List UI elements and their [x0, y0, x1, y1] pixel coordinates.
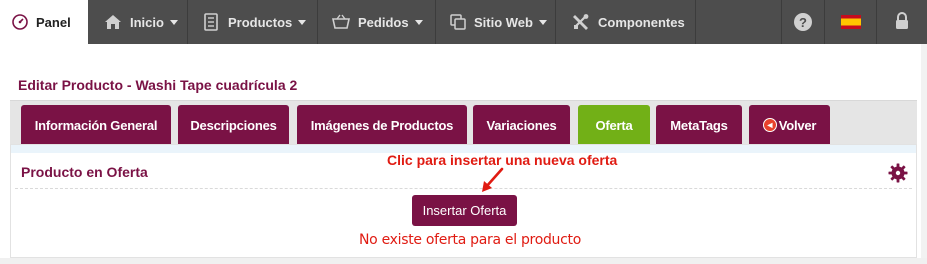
nav-pedidos-label: Pedidos — [358, 14, 409, 30]
gear-icon[interactable] — [888, 163, 908, 183]
chevron-down-icon — [538, 19, 547, 25]
lock-button[interactable] — [877, 0, 927, 44]
tab-label: Oferta — [595, 117, 633, 133]
chevron-down-icon — [414, 19, 423, 25]
tab-label: Descripciones — [190, 117, 277, 133]
home-icon — [104, 14, 122, 30]
nav-productos-label: Productos — [228, 14, 293, 30]
nav-sitio-web[interactable]: Sitio Web — [436, 0, 556, 44]
divider — [15, 188, 912, 189]
pages-icon — [450, 14, 466, 30]
language-button[interactable] — [825, 0, 877, 44]
tab-volver[interactable]: ◄ Volver — [749, 105, 830, 145]
nav-panel[interactable]: Panel — [0, 0, 88, 44]
tab-label: MetaTags — [670, 117, 728, 133]
insert-offer-button[interactable]: Insertar Oferta — [412, 195, 517, 226]
help-icon: ? — [794, 13, 812, 31]
page-title: Editar Producto - Washi Tape cuadrícula … — [18, 77, 298, 93]
lock-icon — [895, 11, 909, 33]
tab-variaciones[interactable]: Variaciones — [473, 105, 570, 145]
tab-oferta[interactable]: Oferta — [578, 105, 650, 145]
nav-productos[interactable]: Productos — [188, 0, 318, 44]
nav-panel-label: Panel — [36, 14, 71, 30]
tab-label: Variaciones — [486, 117, 557, 133]
chevron-down-icon — [169, 19, 178, 25]
tab-imagenes[interactable]: Imágenes de Productos — [297, 105, 467, 145]
spain-flag-icon — [840, 15, 861, 29]
products-icon — [204, 13, 220, 31]
empty-state-message: No existe oferta para el producto — [359, 232, 581, 248]
bottom-edge — [0, 258, 927, 264]
tab-metatags[interactable]: MetaTags — [656, 105, 742, 145]
nav-inicio-label: Inicio — [130, 14, 164, 30]
tools-icon — [572, 13, 590, 31]
nav-sitio-web-label: Sitio Web — [474, 14, 533, 30]
nav-inicio[interactable]: Inicio — [88, 0, 188, 44]
chevron-down-icon — [298, 19, 307, 25]
panel-title: Producto en Oferta — [21, 164, 148, 180]
tab-informacion-general[interactable]: Información General — [21, 105, 171, 145]
top-navigation-bar: Panel Inicio Productos Pedidos Sitio Web… — [0, 0, 927, 44]
tab-bar: Información General Descripciones Imágen… — [10, 100, 917, 145]
tab-label: Volver — [778, 117, 817, 133]
tab-descripciones[interactable]: Descripciones — [178, 105, 289, 145]
nav-pedidos[interactable]: Pedidos — [318, 0, 436, 44]
tab-label: Información General — [34, 117, 158, 133]
help-button[interactable]: ? — [781, 0, 825, 44]
back-icon: ◄ — [762, 118, 777, 132]
tab-label: Imágenes de Productos — [310, 117, 454, 133]
scroll-edge — [921, 44, 927, 264]
shopping-basket-icon — [332, 14, 350, 30]
nav-componentes[interactable]: Componentes — [556, 0, 696, 44]
annotation-arrow-icon — [482, 167, 504, 192]
dashboard-icon — [12, 14, 28, 30]
nav-componentes-label: Componentes — [598, 14, 685, 30]
